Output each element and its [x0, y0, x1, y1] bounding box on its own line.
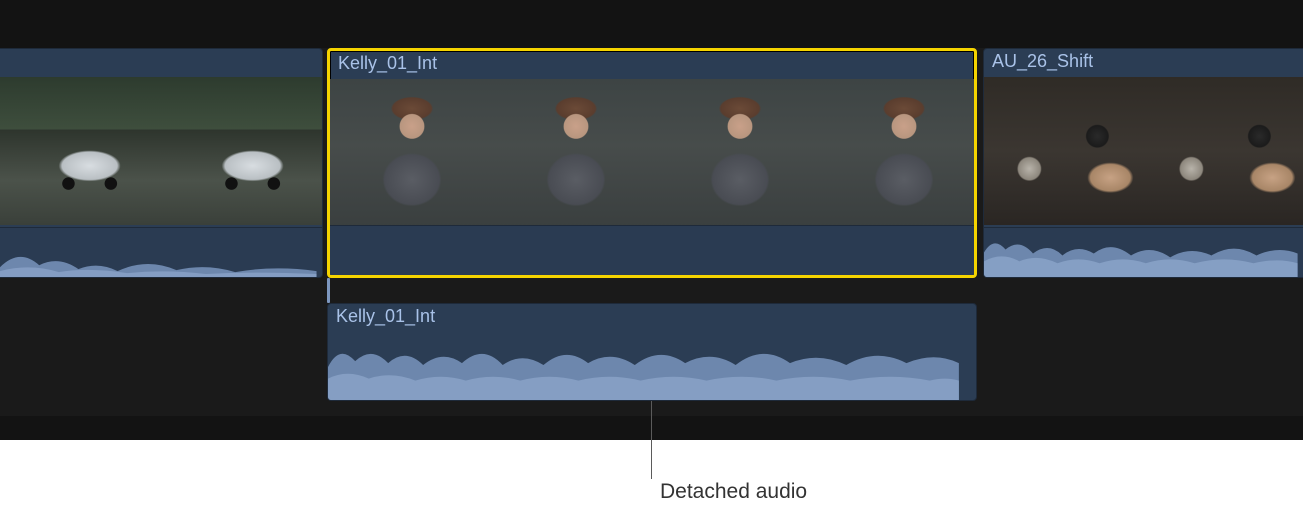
- clip-thumbnails: [0, 77, 322, 225]
- thumbnail-frame: [330, 79, 494, 227]
- audio-connector-icon: [327, 278, 330, 303]
- waveform-icon: [0, 228, 317, 277]
- video-clip[interactable]: AU_26_Shift: [983, 48, 1303, 278]
- audio-clip-title: Kelly_01_Int: [336, 306, 435, 327]
- clip-audio-band-empty[interactable]: [330, 225, 974, 275]
- clip-title: AU_26_Shift: [992, 51, 1299, 75]
- thumbnail-frame: [984, 77, 1146, 225]
- clip-audio-band[interactable]: [984, 227, 1303, 277]
- timeline-top-bar: [0, 0, 1303, 48]
- thumbnail-frame: [163, 77, 322, 225]
- clip-title: [8, 51, 318, 75]
- clip-title: Kelly_01_Int: [338, 53, 970, 77]
- detached-audio-track: Kelly_01_Int: [327, 303, 977, 401]
- timeline-area: Kelly_01_Int AU_26_Shift: [0, 0, 1303, 440]
- clip-audio-band[interactable]: [0, 227, 322, 277]
- detached-audio-clip[interactable]: Kelly_01_Int: [327, 303, 977, 401]
- callout-label: Detached audio: [660, 480, 807, 504]
- audio-clip-waveform[interactable]: [328, 334, 976, 400]
- clip-thumbnails: [984, 77, 1303, 225]
- thumbnail-frame: [822, 79, 974, 227]
- video-clip[interactable]: [0, 48, 323, 278]
- thumbnail-frame: [658, 79, 822, 227]
- waveform-icon: [984, 228, 1298, 277]
- thumbnail-frame: [494, 79, 658, 227]
- waveform-icon: [328, 334, 959, 400]
- thumbnail-frame: [0, 77, 163, 225]
- clip-thumbnails: [330, 79, 974, 227]
- primary-video-track: Kelly_01_Int AU_26_Shift: [0, 48, 1303, 278]
- thumbnail-frame: [1146, 77, 1303, 225]
- video-clip-selected[interactable]: Kelly_01_Int: [327, 48, 977, 278]
- callout-line-icon: [651, 401, 652, 479]
